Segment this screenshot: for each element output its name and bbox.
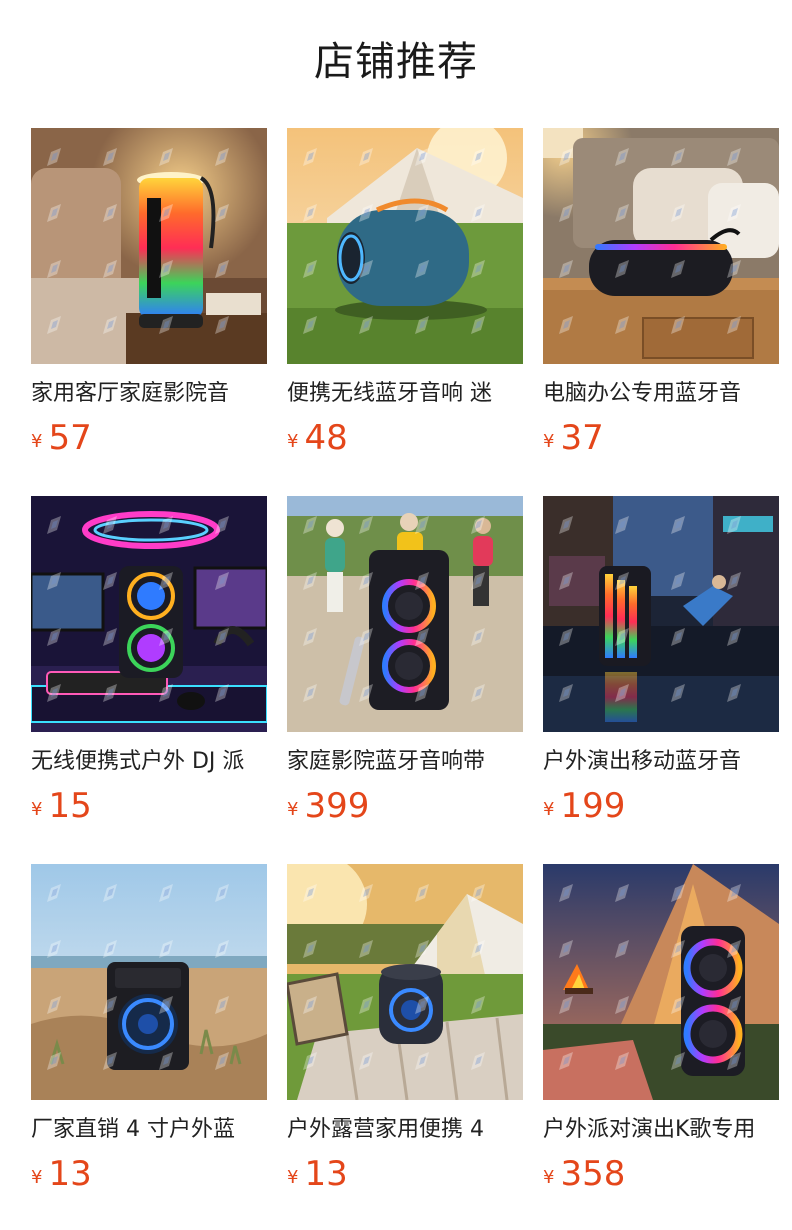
product-price: ¥13 — [31, 1154, 267, 1194]
product-image[interactable] — [31, 128, 267, 364]
product-name[interactable]: 无线便携式户外 DJ 派 — [31, 746, 267, 778]
price-value: 13 — [48, 1154, 92, 1194]
product-image[interactable] — [287, 128, 523, 364]
product-name[interactable]: 厂家直销 4 寸户外蓝 — [31, 1114, 267, 1146]
product-image[interactable] — [543, 864, 779, 1100]
product-card[interactable]: 无线便携式户外 DJ 派 ¥15 — [31, 496, 267, 850]
product-image[interactable] — [287, 496, 523, 732]
price-value: 15 — [48, 786, 92, 826]
product-name[interactable]: 户外派对演出K歌专用 — [543, 1114, 779, 1146]
price-value: 48 — [304, 418, 348, 458]
product-card[interactable]: 家庭影院蓝牙音响带 ¥399 — [287, 496, 523, 850]
product-price: ¥199 — [543, 786, 779, 826]
product-image[interactable] — [31, 496, 267, 732]
product-name[interactable]: 户外演出移动蓝牙音 — [543, 746, 779, 778]
product-card[interactable]: 户外露营家用便携 4 ¥13 — [287, 864, 523, 1218]
product-name[interactable]: 便携无线蓝牙音响 迷 — [287, 378, 523, 410]
product-card[interactable]: 家用客厅家庭影院音 ¥57 — [31, 128, 267, 482]
price-value: 199 — [560, 786, 626, 826]
currency-symbol: ¥ — [287, 799, 299, 820]
product-card[interactable]: 户外演出移动蓝牙音 ¥199 — [543, 496, 779, 850]
product-price: ¥57 — [31, 418, 267, 458]
price-value: 37 — [560, 418, 604, 458]
currency-symbol: ¥ — [31, 799, 43, 820]
price-value: 57 — [48, 418, 92, 458]
product-image[interactable] — [31, 864, 267, 1100]
product-price: ¥358 — [543, 1154, 779, 1194]
product-name[interactable]: 家用客厅家庭影院音 — [31, 378, 267, 410]
page-title: 店铺推荐 — [314, 39, 478, 85]
product-card[interactable]: 厂家直销 4 寸户外蓝 ¥13 — [31, 864, 267, 1218]
product-price: ¥15 — [31, 786, 267, 826]
product-grid: 家用客厅家庭影院音 ¥57 便携无线蓝牙音响 迷 ¥48 电脑办公专用蓝牙音 ¥… — [31, 128, 779, 1218]
product-price: ¥13 — [287, 1154, 523, 1194]
product-name[interactable]: 户外露营家用便携 4 — [287, 1114, 523, 1146]
price-value: 13 — [304, 1154, 348, 1194]
product-image[interactable] — [543, 128, 779, 364]
product-card[interactable]: 户外派对演出K歌专用 ¥358 — [543, 864, 779, 1218]
product-card[interactable]: 便携无线蓝牙音响 迷 ¥48 — [287, 128, 523, 482]
currency-symbol: ¥ — [543, 1167, 555, 1188]
currency-symbol: ¥ — [31, 431, 43, 452]
product-name[interactable]: 电脑办公专用蓝牙音 — [543, 378, 779, 410]
product-price: ¥37 — [543, 418, 779, 458]
currency-symbol: ¥ — [287, 431, 299, 452]
price-value: 399 — [304, 786, 370, 826]
product-name[interactable]: 家庭影院蓝牙音响带 — [287, 746, 523, 778]
product-price: ¥48 — [287, 418, 523, 458]
price-value: 358 — [560, 1154, 626, 1194]
currency-symbol: ¥ — [543, 799, 555, 820]
currency-symbol: ¥ — [543, 431, 555, 452]
product-image[interactable] — [287, 864, 523, 1100]
currency-symbol: ¥ — [31, 1167, 43, 1188]
product-image[interactable] — [543, 496, 779, 732]
currency-symbol: ¥ — [287, 1167, 299, 1188]
product-price: ¥399 — [287, 786, 523, 826]
product-card[interactable]: 电脑办公专用蓝牙音 ¥37 — [543, 128, 779, 482]
